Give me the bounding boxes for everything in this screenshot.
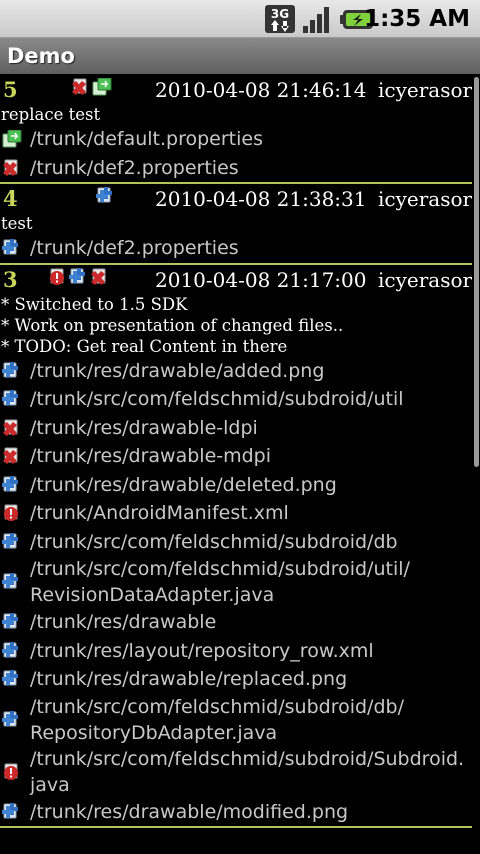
- changed-file-row[interactable]: /trunk/def2.properties: [0, 234, 472, 263]
- modified-icon: [2, 504, 22, 522]
- file-path: /trunk/AndroidManifest.xml: [30, 502, 289, 525]
- file-path: /trunk/src/com/feldschmid/subdroid/Subdr…: [30, 747, 465, 796]
- network-3g-label: 3G: [271, 7, 289, 21]
- file-path: /trunk/default.properties: [30, 128, 264, 151]
- deleted-icon: [2, 419, 22, 437]
- file-path: /trunk/src/com/feldschmid/subdroid/db: [30, 530, 398, 553]
- deleted-icon: [90, 268, 110, 286]
- changed-file-row[interactable]: /trunk/src/com/feldschmid/subdroid/util: [0, 385, 472, 414]
- page-title: Demo: [7, 44, 75, 68]
- file-path: /trunk/src/com/feldschmid/subdroid/util: [30, 388, 404, 411]
- changed-file-row[interactable]: /trunk/res/drawable-mdpi: [0, 442, 472, 471]
- file-path: /trunk/res/drawable/modified.png: [30, 800, 349, 823]
- added-icon: [2, 475, 22, 494]
- deleted-icon: [2, 159, 22, 177]
- signal-strength-icon: [303, 7, 329, 33]
- revision-header: 3 2010-04-08 21:17:00 icyerasor: [0, 265, 472, 294]
- revision-number: 5: [3, 77, 18, 102]
- deleted-icon: [2, 447, 22, 465]
- added-icon: [2, 532, 22, 551]
- file-path: /trunk/src/com/feldschmid/subdroid/util/…: [30, 558, 410, 606]
- revision-change-icons: [48, 267, 111, 288]
- changed-file-row[interactable]: /trunk/res/drawable/modified.png: [0, 798, 472, 827]
- revision-list[interactable]: 5 2010-04-08 21:46:14 icyerasor replace tes…: [0, 75, 472, 854]
- file-path: /trunk/res/drawable/replaced.png: [30, 668, 348, 691]
- revision-message: test: [1, 214, 33, 233]
- file-path: /trunk/res/layout/repository_row.xml: [30, 639, 374, 662]
- changed-file-row[interactable]: /trunk/res/drawable: [0, 608, 472, 637]
- added-icon: [2, 239, 22, 257]
- added-icon: [2, 613, 22, 631]
- added-icon: [2, 670, 22, 688]
- network-3g-icon: 3G: [265, 5, 295, 33]
- revision-item[interactable]: 4 2010-04-08 21:38:31 icyerasor test/trunk/…: [0, 184, 472, 265]
- revision-header: 5 2010-04-08 21:46:14 icyerasor: [0, 75, 472, 104]
- revision-author: icyerasor: [378, 187, 472, 211]
- modified-icon: [48, 268, 68, 286]
- revision-author: icyerasor: [378, 267, 472, 292]
- revision-item[interactable]: 3 2010-04-08 21:17:00 icyerasor * Switched …: [0, 265, 472, 828]
- changed-file-row[interactable]: /trunk/res/drawable-ldpi: [0, 414, 472, 443]
- changed-file-row[interactable]: /trunk/src/com/feldschmid/subdroid/db/ R…: [0, 694, 472, 746]
- revision-change-icons: [71, 77, 113, 98]
- revision-date: 2010-04-08 21:38:31: [155, 187, 367, 211]
- revision-date: 2010-04-08 21:17:00: [155, 267, 367, 292]
- added-icon: [96, 187, 116, 205]
- added-icon: [2, 361, 22, 380]
- added-icon: [2, 802, 22, 821]
- file-path: /trunk/res/drawable: [30, 611, 217, 634]
- added-icon: [69, 267, 89, 286]
- file-path: /trunk/res/drawable/added.png: [30, 359, 325, 382]
- revision-change-icons: [96, 187, 117, 207]
- status-bar: 3G 1:35 AM: [0, 0, 480, 38]
- changed-file-row[interactable]: /trunk/def2.properties: [0, 154, 472, 183]
- file-path: /trunk/def2.properties: [30, 156, 239, 179]
- changed-file-row[interactable]: /trunk/res/layout/repository_row.xml: [0, 637, 472, 666]
- added-icon: [2, 641, 22, 660]
- revision-header: 4 2010-04-08 21:38:31 icyerasor: [0, 184, 472, 213]
- changed-file-row[interactable]: /trunk/res/drawable/added.png: [0, 357, 472, 386]
- revision-message: replace test: [1, 105, 101, 124]
- added-icon: [2, 390, 22, 408]
- file-path: /trunk/src/com/feldschmid/subdroid/db/ R…: [30, 695, 404, 744]
- status-time: 1:35 AM: [364, 6, 470, 32]
- changed-file-row[interactable]: /trunk/src/com/feldschmid/subdroid/db: [0, 528, 472, 557]
- deleted-icon: [71, 78, 91, 96]
- revision-message: * Switched to 1.5 SDK * Work on presenta…: [1, 294, 344, 356]
- replaced-icon: [92, 77, 112, 96]
- changed-file-row[interactable]: /trunk/default.properties: [0, 125, 472, 154]
- revision-item[interactable]: 5 2010-04-08 21:46:14 icyerasor replace tes…: [0, 75, 472, 184]
- changed-file-row[interactable]: /trunk/AndroidManifest.xml: [0, 499, 472, 528]
- changed-file-row[interactable]: /trunk/src/com/feldschmid/subdroid/Subdr…: [0, 746, 472, 798]
- revision-number: 4: [3, 186, 18, 211]
- modified-icon: [2, 763, 22, 781]
- changed-file-row[interactable]: /trunk/res/drawable/deleted.png: [0, 471, 472, 500]
- file-path: /trunk/def2.properties: [30, 237, 239, 260]
- added-icon: [2, 710, 22, 729]
- file-path: /trunk/res/drawable-mdpi: [30, 445, 272, 468]
- added-icon: [2, 573, 22, 591]
- replaced-icon: [2, 129, 22, 148]
- revision-date: 2010-04-08 21:46:14: [155, 78, 367, 102]
- revision-number: 3: [3, 266, 18, 292]
- revision-author: icyerasor: [378, 78, 472, 102]
- file-path: /trunk/res/drawable-ldpi: [30, 416, 258, 439]
- scrollbar[interactable]: [474, 77, 479, 467]
- changed-file-row[interactable]: /trunk/res/drawable/replaced.png: [0, 665, 472, 694]
- changed-file-row[interactable]: /trunk/src/com/feldschmid/subdroid/util/…: [0, 556, 472, 608]
- file-path: /trunk/res/drawable/deleted.png: [30, 473, 337, 496]
- title-bar: Demo: [0, 38, 480, 74]
